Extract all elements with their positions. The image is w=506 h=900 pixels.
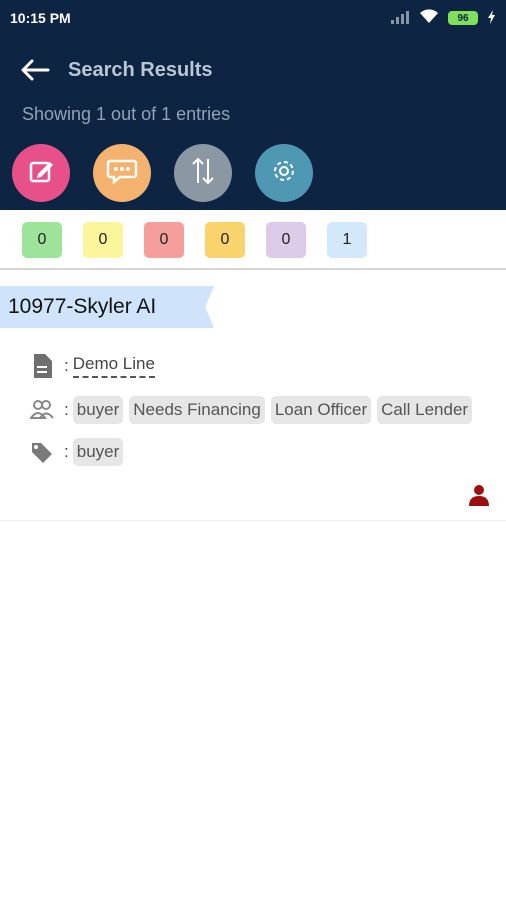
settings-icon: [270, 157, 298, 190]
signal-icon: [390, 10, 410, 27]
back-arrow-icon[interactable]: [20, 55, 50, 85]
edit-button[interactable]: [12, 144, 70, 202]
battery-icon: 96: [448, 11, 478, 25]
page-title: Search Results: [68, 58, 213, 81]
group-tags: buyer Needs Financing Loan Officer Call …: [72, 396, 491, 424]
count-badge[interactable]: 0: [22, 222, 62, 258]
status-counts: 0 0 0 0 0 1: [0, 210, 506, 270]
count-badge[interactable]: 0: [144, 222, 184, 258]
sort-button[interactable]: [174, 144, 232, 202]
owner-user-icon[interactable]: [468, 484, 490, 511]
edit-icon: [27, 157, 55, 190]
count-badge[interactable]: 0: [266, 222, 306, 258]
lead-line-row: : Demo Line: [30, 354, 155, 378]
lead-tags: buyer: [72, 438, 491, 466]
count-row: 0 0 0 0 0 1: [22, 222, 367, 258]
toolbar: Search Results: [20, 52, 213, 88]
group-tag[interactable]: Loan Officer: [270, 396, 372, 424]
count-badge[interactable]: 0: [83, 222, 123, 258]
wifi-icon: [419, 9, 439, 27]
app-header: 10:15 PM 96 Search Results Showing 1 out…: [0, 0, 506, 210]
lead-name[interactable]: 10977-Skyler AI: [0, 286, 214, 328]
lead-groups-row: : buyer Needs Financing Loan Officer Cal…: [30, 396, 491, 424]
separator: :: [64, 400, 69, 419]
status-indicators: 96: [390, 9, 496, 27]
status-bar: 10:15 PM 96: [0, 0, 506, 36]
lead-tag[interactable]: buyer: [72, 438, 124, 466]
line-name[interactable]: Demo Line: [72, 354, 155, 378]
lead-tags-row: : buyer: [30, 438, 491, 466]
count-badge[interactable]: 1: [327, 222, 367, 258]
chat-icon: [106, 157, 138, 190]
document-icon: [30, 354, 54, 378]
group-tag[interactable]: Needs Financing: [129, 396, 265, 424]
group-icon: [30, 398, 54, 422]
settings-button[interactable]: [255, 144, 313, 202]
action-buttons: [12, 144, 313, 202]
group-tag[interactable]: buyer: [72, 396, 124, 424]
separator: :: [64, 442, 69, 461]
sort-icon: [189, 156, 217, 191]
tag-icon: [30, 440, 54, 464]
results-summary: Showing 1 out of 1 entries: [22, 104, 231, 124]
separator: :: [64, 356, 69, 375]
count-badge[interactable]: 0: [205, 222, 245, 258]
status-time: 10:15 PM: [10, 10, 71, 26]
chat-button[interactable]: [93, 144, 151, 202]
charging-icon: [487, 9, 496, 27]
group-tag[interactable]: Call Lender: [377, 396, 473, 424]
lead-card[interactable]: 10977-Skyler AI : Demo Line : buyer Need…: [0, 270, 506, 521]
